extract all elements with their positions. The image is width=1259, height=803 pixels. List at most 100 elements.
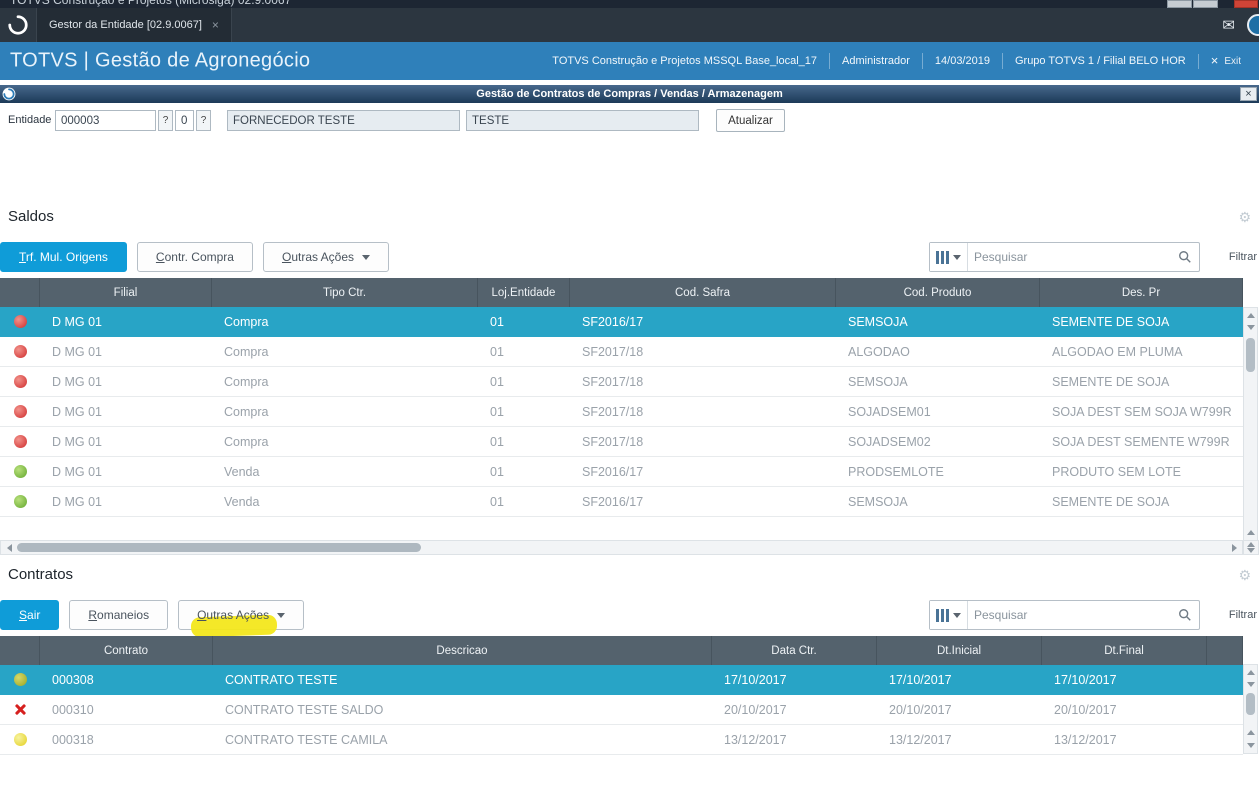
entity-label: Entidade <box>8 114 52 126</box>
store-code-field[interactable] <box>175 110 194 131</box>
saldos-section-title: Saldos <box>8 208 54 225</box>
green-status-icon <box>13 495 27 508</box>
table-cell <box>1207 665 1243 694</box>
table-cell: PRODSEMLOTE <box>848 464 944 479</box>
close-window-button[interactable] <box>1234 0 1258 8</box>
table-row[interactable]: D MG 01 Compra 01 SF2017/18 SOJADSEM02 SOJA D… <box>0 427 1243 457</box>
settings-gear-icon[interactable]: ⚙ <box>1238 567 1251 584</box>
store-lookup-button[interactable]: ? <box>196 110 211 131</box>
column-header[interactable]: Loj.Entidade <box>478 278 570 307</box>
scroll-pageup-icon[interactable] <box>1245 727 1256 738</box>
table-cell: SEMSOJA <box>848 494 908 509</box>
scrollbar-thumb[interactable] <box>1246 693 1255 715</box>
table-cell: Compra <box>224 404 269 419</box>
column-header[interactable]: Descricao <box>213 636 712 665</box>
saldos-vertical-scrollbar[interactable] <box>1243 307 1258 554</box>
column-header[interactable]: Cod. Safra <box>570 278 836 307</box>
column-header[interactable] <box>0 636 40 665</box>
column-header[interactable]: Data Ctr. <box>712 636 877 665</box>
column-header[interactable]: Tipo Ctr. <box>212 278 478 307</box>
table-row[interactable]: D MG 01 Compra 01 SF2016/17 SEMSOJA SEMENTE D… <box>0 307 1243 337</box>
scroll-corner[interactable] <box>1243 540 1259 555</box>
column-header[interactable] <box>0 278 40 307</box>
button-label: Outras Ações <box>281 250 355 264</box>
contr-compra-button[interactable]: Contr. Compra <box>136 242 253 272</box>
scrollbar-thumb[interactable] <box>1246 338 1255 372</box>
mail-icon[interactable]: ✉ <box>1222 16 1235 34</box>
table-row[interactable]: D MG 01 Venda 01 SF2016/17 SEMSOJA SEMENTE DE… <box>0 487 1243 517</box>
search-input[interactable] <box>968 250 1171 264</box>
chevron-down-icon <box>362 254 371 260</box>
search-input[interactable] <box>968 608 1171 622</box>
table-cell: SF2017/18 <box>582 404 644 419</box>
scroll-pageup-icon[interactable] <box>1245 527 1256 538</box>
tab-gestor-entidade[interactable]: Gestor da Entidade [02.9.0067] × <box>36 8 232 42</box>
scroll-up-icon[interactable] <box>1245 667 1256 678</box>
refresh-button[interactable]: Atualizar <box>716 109 785 132</box>
dialog-icon <box>2 87 16 101</box>
date-label: 14/03/2019 <box>921 53 1002 69</box>
status-cell <box>0 367 40 396</box>
entity-lookup-button[interactable]: ? <box>158 110 173 131</box>
column-header[interactable]: Cod. Produto <box>836 278 1040 307</box>
scroll-right-icon[interactable] <box>1228 542 1240 553</box>
status-cell <box>0 487 40 516</box>
table-row[interactable]: D MG 01 Compra 01 SF2017/18 SOJADSEM01 SOJA D… <box>0 397 1243 427</box>
search-icon[interactable] <box>1171 250 1199 264</box>
app-header: TOTVS | Gestão de Agronegócio TOTVS Cons… <box>0 42 1259 80</box>
outras-acoes-button[interactable]: Outras Ações <box>178 600 305 638</box>
column-header[interactable]: Filial <box>40 278 212 307</box>
exit-button[interactable]: × Exit <box>1197 53 1253 69</box>
trf-mul-origens-button[interactable]: Trf. Mul. Origens <box>0 242 127 272</box>
dialog-close-button[interactable]: × <box>1240 87 1257 101</box>
contratos-vertical-scrollbar[interactable] <box>1243 664 1258 754</box>
columns-button[interactable] <box>930 601 968 629</box>
tab-label: Gestor da Entidade [02.9.0067] <box>49 19 202 31</box>
column-header[interactable]: Dt.Inicial <box>877 636 1042 665</box>
filter-link[interactable]: Filtrar <box>1229 609 1257 621</box>
horizontal-scrollbar[interactable] <box>0 540 1243 555</box>
table-cell: D MG 01 <box>52 434 103 449</box>
column-header[interactable]: Contrato <box>40 636 213 665</box>
column-header[interactable] <box>1207 636 1243 665</box>
chevron-down-icon <box>953 612 961 618</box>
button-label: Contr. Compra <box>155 250 234 264</box>
table-row[interactable]: 000308 CONTRATO TESTE 17/10/2017 17/10/2017… <box>0 665 1243 695</box>
scroll-down-icon[interactable] <box>1245 679 1256 690</box>
table-row[interactable]: 000318 CONTRATO TESTE CAMILA 13/12/2017 13/… <box>0 725 1243 755</box>
entity-name-field[interactable] <box>227 110 460 131</box>
tab-close-icon[interactable]: × <box>212 18 219 32</box>
totvs-logo-icon[interactable] <box>7 14 29 36</box>
sair-button[interactable]: Sair <box>0 600 60 630</box>
table-row[interactable]: D MG 01 Compra 01 SF2017/18 SEMSOJA SEMENTE D… <box>0 367 1243 397</box>
scroll-pagedown-icon[interactable] <box>1245 740 1256 751</box>
scrollbar-thumb[interactable] <box>17 543 421 552</box>
status-cell <box>0 397 40 426</box>
status-cell <box>0 337 40 366</box>
user-label: Administrador <box>829 53 922 69</box>
table-cell: SEMSOJA <box>848 374 908 389</box>
filter-link[interactable]: Filtrar <box>1229 251 1257 263</box>
maximize-button[interactable] <box>1193 0 1218 8</box>
scroll-up-icon[interactable] <box>1245 310 1256 321</box>
minimize-button[interactable] <box>1167 0 1192 8</box>
column-header[interactable]: Dt.Final <box>1042 636 1207 665</box>
entity-code-field[interactable] <box>55 110 156 131</box>
scroll-down-icon[interactable] <box>1245 322 1256 333</box>
table-cell: CONTRATO TESTE CAMILA <box>225 732 388 747</box>
exit-label: Exit <box>1224 55 1241 67</box>
table-row[interactable]: D MG 01 Compra 01 SF2017/18 ALGODAO ALGODAO E… <box>0 337 1243 367</box>
table-row[interactable]: 000310 CONTRATO TESTE SALDO 20/10/2017 20/1… <box>0 695 1243 725</box>
scroll-left-icon[interactable] <box>3 542 15 553</box>
romaneios-button[interactable]: Romaneios <box>69 600 169 630</box>
outras-acoes-button[interactable]: Outras Ações <box>262 242 390 272</box>
entity-shortname-field[interactable] <box>466 110 699 131</box>
corner-icon[interactable] <box>1247 14 1259 36</box>
table-row[interactable]: D MG 01 Venda 01 SF2016/17 PRODSEMLOTE PRODUT… <box>0 457 1243 487</box>
settings-gear-icon[interactable]: ⚙ <box>1238 209 1251 226</box>
table-cell: Venda <box>224 464 260 479</box>
search-icon[interactable] <box>1171 608 1199 622</box>
column-header[interactable]: Des. Pr <box>1040 278 1243 307</box>
columns-button[interactable] <box>930 243 968 271</box>
contratos-section-title: Contratos <box>8 566 74 583</box>
